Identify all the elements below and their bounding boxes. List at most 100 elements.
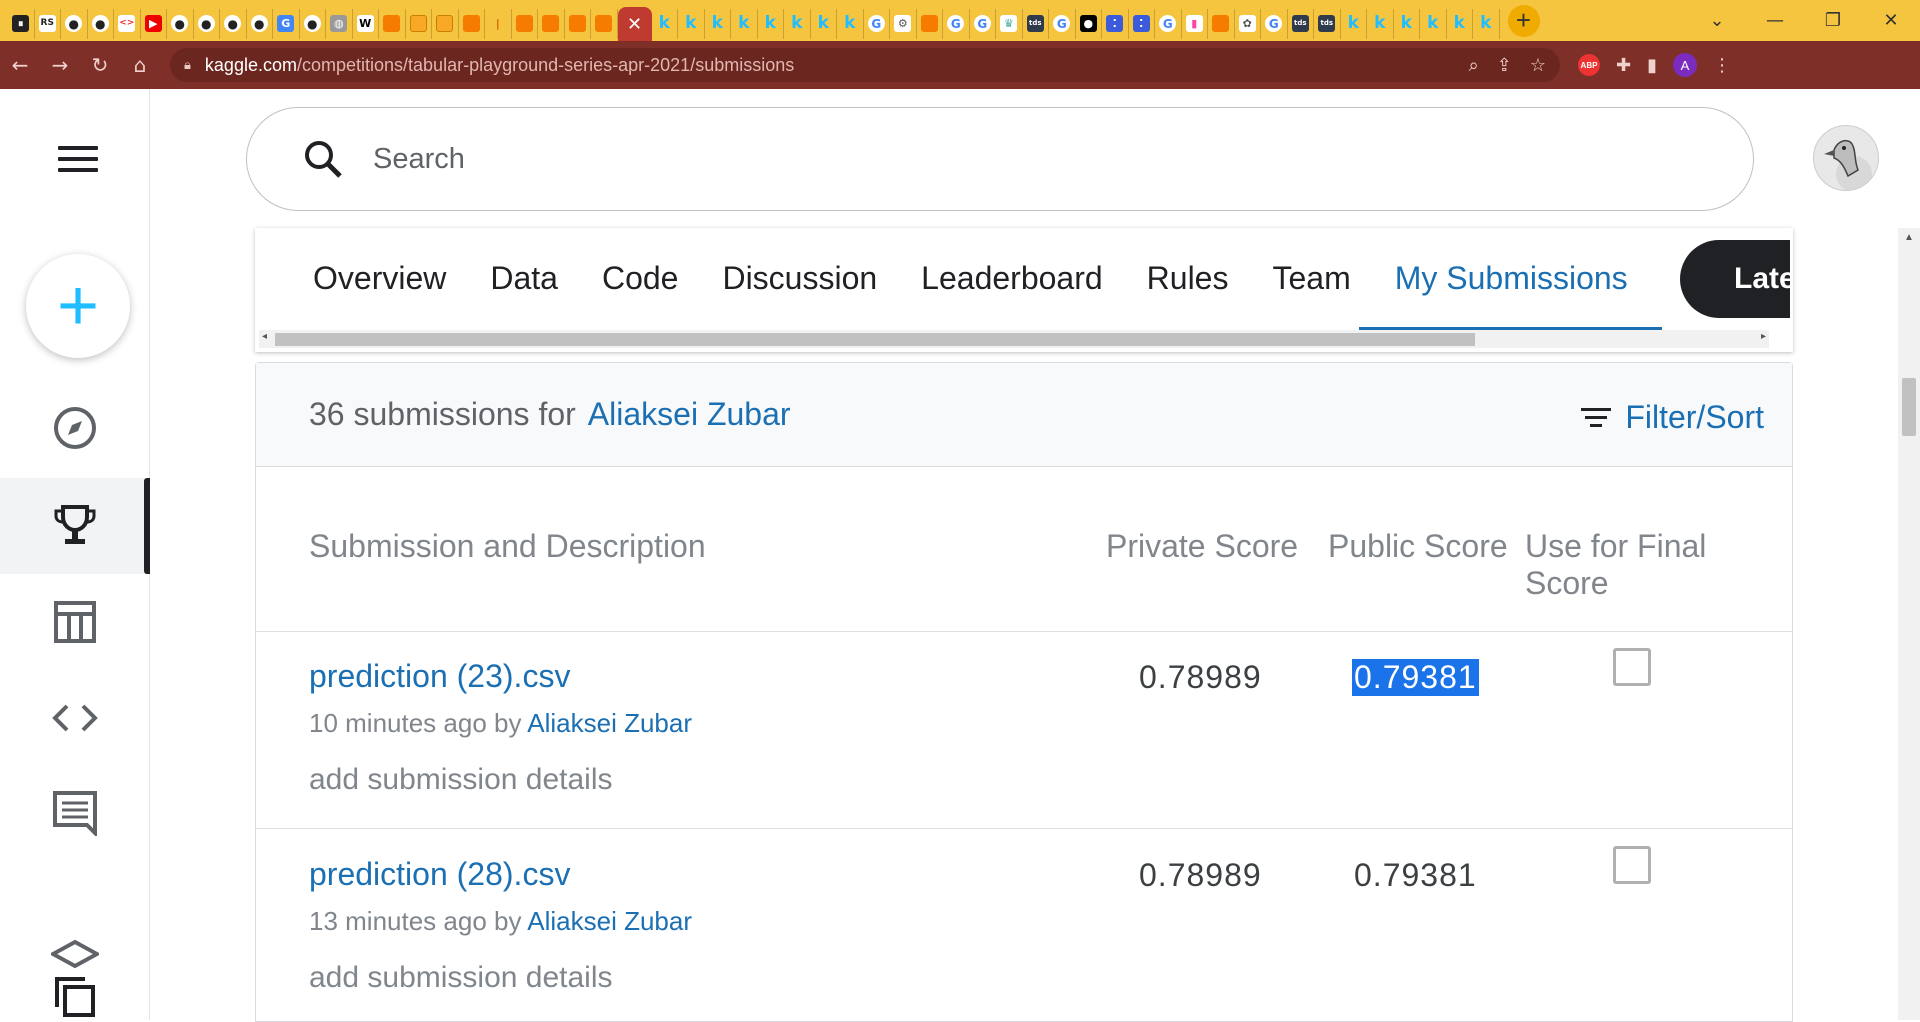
tab-my-submissions[interactable]: My Submissions (1358, 228, 1662, 331)
page-scrollbar-thumb[interactable] (1902, 378, 1916, 436)
browser-tab[interactable]: ⁚ (1129, 8, 1155, 39)
nav-datasets[interactable] (0, 574, 150, 670)
browser-tab[interactable]: ● (167, 8, 194, 39)
browser-tab[interactable]: G (273, 8, 300, 39)
browser-tab[interactable] (379, 8, 406, 39)
browser-tab[interactable]: G (864, 8, 890, 39)
user-avatar[interactable] (1813, 125, 1879, 191)
browser-tab[interactable] (406, 8, 432, 39)
browser-tab[interactable]: ● (61, 8, 88, 39)
browser-tab[interactable]: ⏸ (8, 8, 35, 39)
nav-more[interactable] (0, 974, 150, 1020)
browser-tab[interactable]: k (678, 8, 705, 39)
browser-tab[interactable]: k (731, 8, 758, 39)
browser-tab[interactable]: G (1261, 8, 1288, 39)
bookmark-star-icon[interactable]: ☆ (1530, 55, 1546, 76)
tabs-horizontal-scrollbar[interactable]: ◂ ▸ (259, 330, 1769, 348)
reload-icon[interactable]: ↻ (80, 53, 120, 77)
browser-tab[interactable]: ● (300, 8, 326, 39)
browser-tab[interactable]: ● (194, 8, 220, 39)
submission-file-link[interactable]: prediction (28).csv (309, 856, 570, 893)
browser-tab[interactable]: k (1473, 8, 1500, 39)
active-tab-close-button[interactable]: ✕ (617, 7, 652, 41)
nav-code[interactable] (0, 670, 150, 766)
browser-tab[interactable]: ◍ (326, 8, 353, 39)
browser-tab[interactable]: G (943, 8, 970, 39)
tab-data[interactable]: Data (490, 228, 558, 328)
zoom-icon[interactable]: ⌕ (1469, 55, 1479, 76)
browser-tab[interactable]: k (1447, 8, 1473, 39)
nav-learn[interactable] (0, 934, 150, 974)
browser-tab[interactable] (538, 8, 565, 39)
side-panel-icon[interactable]: ▮ (1647, 55, 1657, 76)
browser-tab[interactable]: G (1155, 8, 1182, 39)
browser-tab[interactable] (565, 8, 591, 39)
browser-tab[interactable] (917, 8, 943, 39)
browser-tab[interactable]: ▮ (1182, 8, 1208, 39)
tab-leaderboard[interactable]: Leaderboard (921, 228, 1102, 328)
browser-menu-icon[interactable]: ⋮ (1713, 55, 1731, 76)
browser-tab[interactable] (432, 8, 459, 39)
create-button[interactable]: + (26, 254, 130, 358)
scroll-up-icon[interactable]: ▲ (1904, 232, 1914, 243)
browser-tab[interactable]: <> (114, 8, 141, 39)
profile-avatar[interactable]: A (1673, 53, 1697, 77)
browser-tab[interactable]: G (970, 8, 996, 39)
hamburger-icon[interactable] (58, 146, 98, 179)
browser-tab[interactable]: RS (35, 8, 61, 39)
browser-tab[interactable]: k (1394, 8, 1420, 39)
chevron-down-icon[interactable]: ⌄ (1688, 10, 1746, 31)
adblock-icon[interactable]: ABP (1578, 54, 1600, 76)
tab-overview[interactable]: Overview (313, 228, 446, 328)
extensions-puzzle-icon[interactable]: ✚ (1616, 55, 1631, 76)
browser-tab[interactable] (591, 8, 618, 39)
tab-team[interactable]: Team (1272, 228, 1350, 328)
home-icon[interactable]: ⌂ (120, 53, 160, 77)
browser-tab[interactable] (1208, 8, 1235, 39)
page-scrollbar[interactable]: ▲ (1898, 228, 1920, 1020)
new-tab-button[interactable]: + (1507, 4, 1540, 37)
browser-tab[interactable]: ⚙ (890, 8, 917, 39)
minimize-icon[interactable]: — (1746, 10, 1804, 31)
browser-tab[interactable]: k (784, 8, 811, 39)
search-bar[interactable]: Search (246, 107, 1754, 211)
browser-tab[interactable]: tds (1288, 8, 1314, 39)
back-icon[interactable]: ← (0, 53, 40, 77)
scrollbar-thumb[interactable] (275, 333, 1475, 346)
browser-tab[interactable]: k (1341, 8, 1367, 39)
restore-icon[interactable]: ❐ (1804, 10, 1862, 31)
browser-tab[interactable]: k (1367, 8, 1394, 39)
scroll-left-icon[interactable]: ◂ (262, 331, 267, 342)
nav-explore[interactable] (0, 380, 150, 476)
browser-tab[interactable]: k (811, 8, 837, 39)
final-score-checkbox[interactable] (1613, 648, 1651, 686)
submission-author-link[interactable]: Aliaksei Zubar (527, 708, 692, 738)
search-input[interactable]: Search (373, 143, 465, 176)
browser-tab[interactable]: k (758, 8, 784, 39)
browser-tab[interactable]: G (1049, 8, 1076, 39)
tab-code[interactable]: Code (602, 228, 679, 328)
scroll-right-icon[interactable]: ▸ (1761, 331, 1766, 342)
filter-sort-button[interactable]: Filter/Sort (1581, 399, 1764, 436)
browser-tab[interactable]: k (1420, 8, 1447, 39)
add-details-link[interactable]: add submission details (309, 763, 613, 797)
browser-tab[interactable]: tds (1314, 8, 1341, 39)
browser-tab[interactable]: ● (1076, 8, 1102, 39)
submission-user-link[interactable]: Aliaksei Zubar (588, 396, 791, 433)
close-window-icon[interactable]: ✕ (1862, 10, 1920, 31)
browser-tab[interactable]: ● (220, 8, 247, 39)
forward-icon[interactable]: → (40, 53, 80, 77)
tab-rules[interactable]: Rules (1147, 228, 1229, 328)
browser-tab[interactable]: ⁚ (1102, 8, 1129, 39)
browser-tab[interactable]: k (705, 8, 731, 39)
late-submission-button[interactable]: Late Submission (1680, 240, 1790, 318)
nav-discussions[interactable] (0, 765, 150, 861)
browser-tab[interactable]: k (652, 8, 678, 39)
browser-tab[interactable]: W (353, 8, 379, 39)
browser-tab[interactable]: ● (88, 8, 114, 39)
browser-tab[interactable]: | (485, 8, 512, 39)
browser-tab[interactable]: tds (1023, 8, 1049, 39)
add-details-link[interactable]: add submission details (309, 961, 613, 995)
lock-icon[interactable]: 🔒︎ (184, 57, 191, 73)
nav-competitions[interactable] (0, 478, 150, 574)
